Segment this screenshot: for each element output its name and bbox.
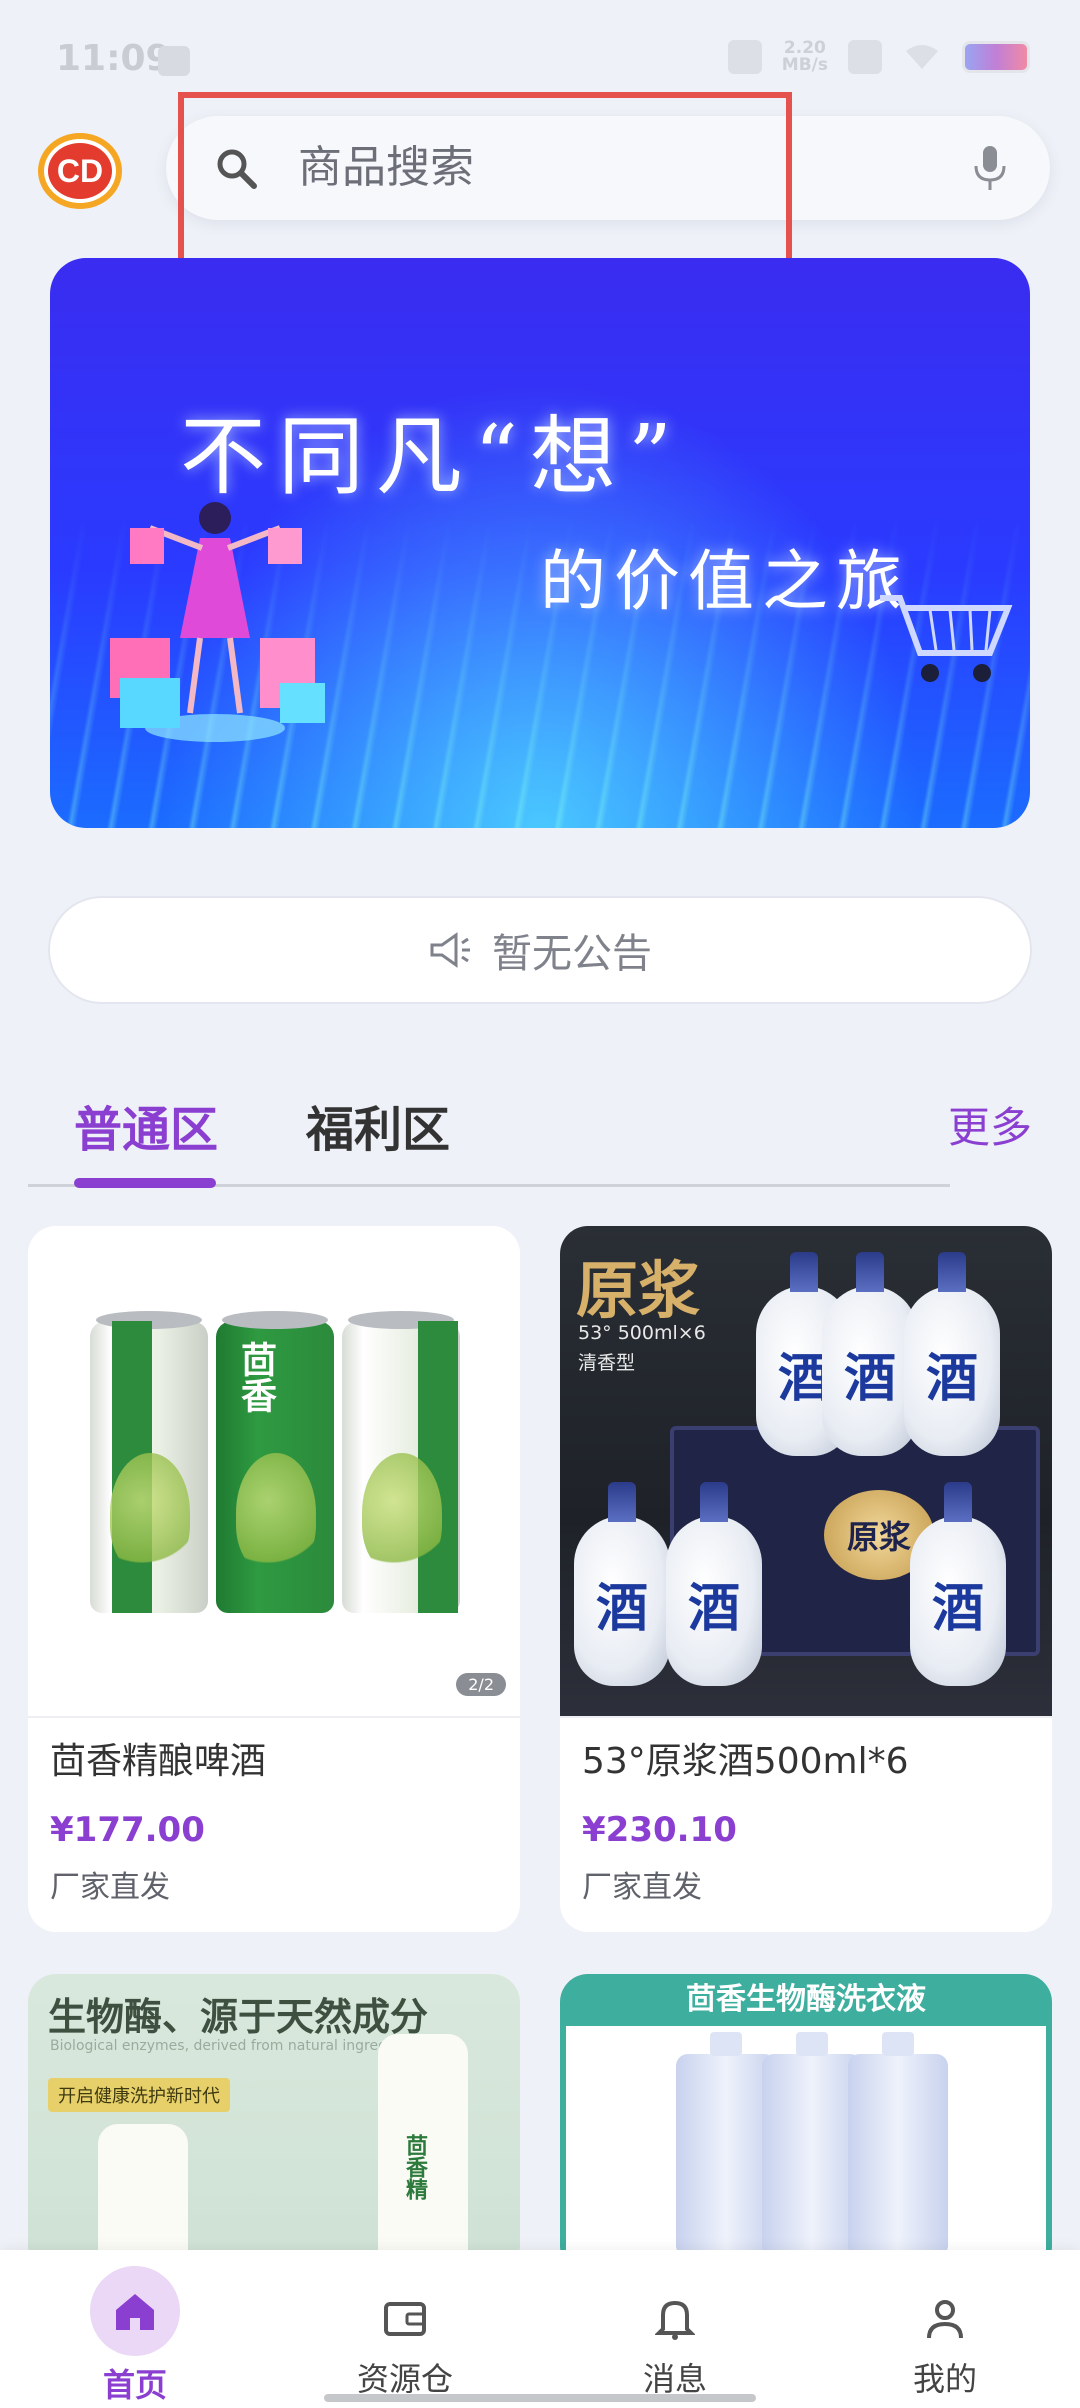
announcement-bar[interactable]: 暂无公告	[48, 896, 1032, 1004]
status-bar: 11:09 2.20 MB/s	[0, 0, 1080, 100]
product-price: ¥177.00	[50, 1810, 205, 1850]
net-speed-unit: MB/s	[781, 55, 828, 75]
microphone-icon[interactable]	[972, 144, 1008, 192]
product-shipping: 厂家直发	[582, 1870, 702, 1905]
product-name: 53°原浆酒500ml*6	[582, 1741, 909, 1782]
liquor-bottle: 酒	[910, 1482, 1006, 1686]
active-tab-indicator	[74, 1178, 216, 1188]
megaphone-icon	[430, 932, 470, 968]
logo-text: CD	[57, 153, 103, 189]
detergent-image-banner: 茴香生物酶洗衣液	[566, 1974, 1046, 2026]
can-label: 茴香	[235, 1341, 277, 1413]
note-icon	[158, 46, 190, 76]
product-card[interactable]: 茴香 2/2 茴香精酿啤酒 ¥177.00 厂家直发	[28, 1226, 520, 1932]
product-card[interactable]: 原浆 53° 500ml×6 清香型 原浆 酒 酒 酒 酒 酒 酒 53°原浆酒…	[560, 1226, 1052, 1932]
liquor-image-subtitle: 53° 500ml×6 清香型	[578, 1318, 706, 1378]
person-icon	[900, 2274, 990, 2364]
product-price: ¥230.10	[582, 1810, 737, 1850]
shopper-illustration	[110, 502, 325, 742]
bell-icon	[630, 2274, 720, 2364]
liquor-bottle: 酒	[904, 1252, 1000, 1456]
nav-home[interactable]: 首页	[0, 2250, 270, 2408]
nav-home-label: 首页	[102, 2366, 167, 2404]
status-icons: 2.20 MB/s	[727, 40, 1030, 74]
more-link[interactable]: 更多	[948, 1094, 1032, 1155]
product-card[interactable]: 生物酶、源于天然成分 Biological enzymes, derived f…	[28, 1974, 520, 2274]
home-icon	[90, 2266, 180, 2356]
product-info: 茴香精酿啤酒 ¥177.00 厂家直发	[28, 1716, 520, 1906]
enzyme-image-headline: 生物酶、源于天然成分	[48, 1995, 429, 2039]
product-image[interactable]: 茴香生物酶洗衣液	[560, 1974, 1052, 2274]
enzyme-image-tag: 开启健康洗护新时代	[48, 2078, 230, 2112]
promo-banner[interactable]: 不同凡“想” 的价值之旅	[50, 258, 1030, 828]
search-input[interactable]: 商品搜索	[298, 138, 474, 198]
image-page-indicator: 2/2	[456, 1673, 506, 1696]
battery-icon	[962, 41, 1030, 73]
banner-title-line2: 的价值之旅	[540, 543, 910, 620]
beer-can-center: 茴香	[216, 1311, 334, 1613]
product-shipping: 厂家直发	[50, 1870, 170, 1905]
wallet-icon	[360, 2274, 450, 2364]
beer-can-left	[90, 1311, 208, 1613]
tab-regular-zone[interactable]: 普通区	[74, 1090, 218, 1160]
detergent-jug	[762, 2032, 862, 2254]
status-time: 11:09	[56, 38, 171, 79]
product-image[interactable]: 茴香 2/2	[28, 1226, 520, 1716]
nav-profile[interactable]: 我的	[810, 2250, 1080, 2408]
product-name: 茴香精酿啤酒	[50, 1741, 267, 1782]
bottom-navigation: 首页 资源仓 消息 我的	[0, 2250, 1080, 2408]
search-bar[interactable]: 商品搜索	[166, 116, 1050, 220]
liquor-spec: 53° 500ml×6	[578, 1322, 706, 1344]
liquor-bottle: 酒	[666, 1482, 762, 1686]
app-screen: 11:09 2.20 MB/s CD 商品搜索 不同凡“想” 的价值之旅 暂无公…	[0, 0, 1080, 2408]
nav-resource-warehouse[interactable]: 资源仓	[270, 2250, 540, 2408]
detergent-jug	[676, 2032, 776, 2254]
detergent-bottle: 茴香精	[378, 2034, 468, 2274]
announcement-text: 暂无公告	[492, 931, 652, 977]
liquor-type: 清香型	[578, 1352, 636, 1374]
product-image[interactable]: 原浆 53° 500ml×6 清香型 原浆 酒 酒 酒 酒 酒 酒	[560, 1226, 1052, 1716]
zone-tabs: 普通区 福利区 更多	[0, 1080, 1080, 1190]
detergent-jug	[848, 2032, 948, 2254]
search-icon	[217, 149, 257, 189]
nav-messages[interactable]: 消息	[540, 2250, 810, 2408]
mute-icon	[727, 40, 762, 74]
product-info: 53°原浆酒500ml*6 ¥230.10 厂家直发	[560, 1716, 1052, 1906]
tab-welfare-zone[interactable]: 福利区	[306, 1090, 450, 1160]
net-speed: 2.20 MB/s	[782, 40, 828, 74]
sim-icon	[848, 40, 882, 74]
nav-profile-label: 我的	[912, 2360, 977, 2398]
home-gesture-indicator[interactable]	[324, 2394, 756, 2402]
app-logo[interactable]: CD	[36, 130, 124, 212]
shopping-cart-illustration	[880, 595, 1013, 682]
product-image[interactable]: 生物酶、源于天然成分 Biological enzymes, derived f…	[28, 1974, 520, 2274]
bottle-label: 茴香精	[402, 2134, 427, 2200]
wifi-icon	[906, 45, 938, 69]
liquor-image-title: 原浆	[576, 1254, 701, 1327]
product-card[interactable]: 茴香生物酶洗衣液	[560, 1974, 1052, 2274]
beer-can-right	[342, 1311, 460, 1613]
enzyme-image-subline: Biological enzymes, derived from natural…	[50, 2038, 422, 2054]
liquor-bottle: 酒	[574, 1482, 670, 1686]
